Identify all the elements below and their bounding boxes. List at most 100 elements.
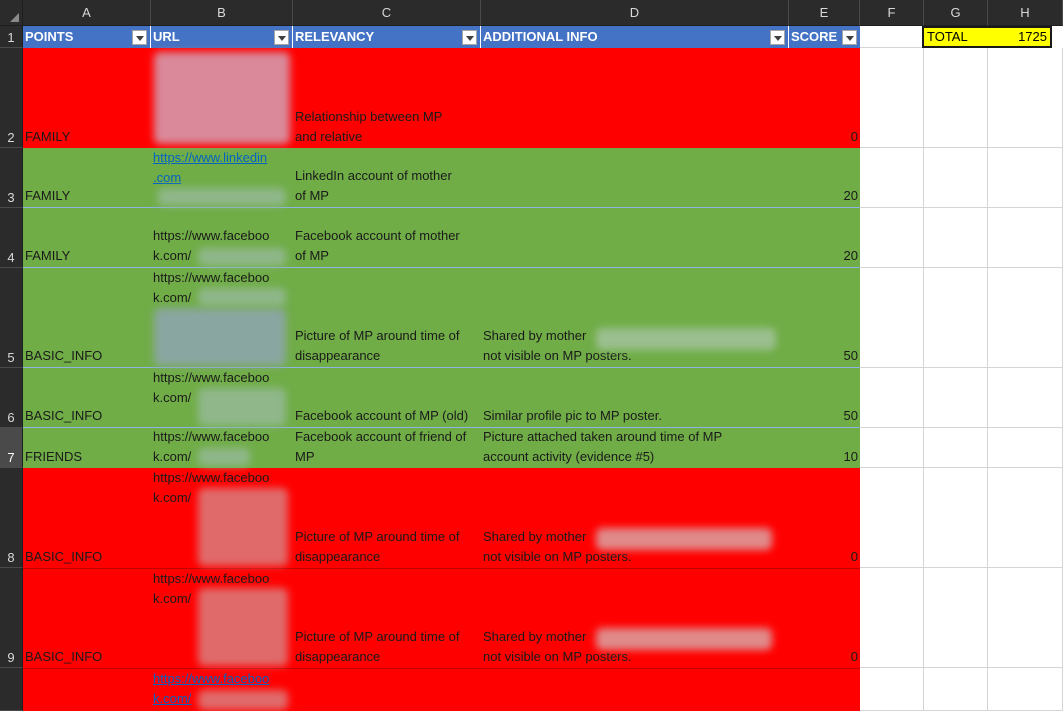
filter-dropdown-score[interactable]	[842, 30, 857, 45]
filter-dropdown-additional-info[interactable]	[770, 30, 785, 45]
cell-f6[interactable]	[860, 368, 924, 428]
column-header-f[interactable]: F	[860, 0, 924, 26]
cell-f1[interactable]	[860, 26, 924, 48]
cell-f10[interactable]	[860, 668, 924, 711]
cell-info-row9[interactable]: Shared by mother not visible on MP poste…	[481, 568, 789, 668]
cell-info-row8[interactable]: Shared by mother not visible on MP poste…	[481, 468, 789, 568]
cell-info-row7[interactable]: Picture attached taken around time of MP…	[481, 428, 789, 468]
column-header-b[interactable]: B	[151, 0, 293, 26]
redaction-blur	[154, 308, 286, 366]
select-all-corner[interactable]	[0, 0, 23, 26]
cell-f3[interactable]	[860, 148, 924, 208]
cell-f8[interactable]	[860, 468, 924, 568]
redaction-blur	[158, 188, 286, 206]
cell-info-row10[interactable]	[481, 668, 789, 711]
total-value: 1725	[1018, 29, 1047, 44]
cell-h3[interactable]	[988, 148, 1063, 208]
cell-h7[interactable]	[988, 428, 1063, 468]
row-header-8[interactable]: 8	[0, 468, 23, 568]
cell-score-row2[interactable]: 0	[789, 48, 860, 148]
column-header-a[interactable]: A	[23, 0, 151, 26]
cell-h5[interactable]	[988, 268, 1063, 368]
cell-points-row9[interactable]: BASIC_INFO	[23, 568, 151, 668]
cell-points-row8[interactable]: BASIC_INFO	[23, 468, 151, 568]
cell-h9[interactable]	[988, 568, 1063, 668]
cell-g5[interactable]	[924, 268, 988, 368]
cell-g6[interactable]	[924, 368, 988, 428]
filter-dropdown-points[interactable]	[132, 30, 147, 45]
cell-score-row8[interactable]: 0	[789, 468, 860, 568]
total-label: TOTAL	[927, 29, 968, 44]
row-header-9[interactable]: 9	[0, 568, 23, 668]
cell-score-row9[interactable]: 0	[789, 568, 860, 668]
cell-g3[interactable]	[924, 148, 988, 208]
cell-f5[interactable]	[860, 268, 924, 368]
cell-f7[interactable]	[860, 428, 924, 468]
cell-score-row3[interactable]: 20	[789, 148, 860, 208]
cell-points-row3[interactable]: FAMILY	[23, 148, 151, 208]
cell-f4[interactable]	[860, 208, 924, 268]
header-points[interactable]: POINTS	[23, 26, 151, 48]
cell-h6[interactable]	[988, 368, 1063, 428]
cell-score-row6[interactable]: 50	[789, 368, 860, 428]
column-header-h[interactable]: H	[988, 0, 1063, 26]
cell-points-row2[interactable]: FAMILY	[23, 48, 151, 148]
cell-relevancy-row3[interactable]: LinkedIn account of mother of MP	[293, 148, 481, 208]
cell-points-row10[interactable]	[23, 668, 151, 711]
url-link[interactable]: https://www.linkedin .com	[153, 148, 267, 188]
cell-info-row2[interactable]	[481, 48, 789, 148]
header-relevancy[interactable]: RELEVANCY	[293, 26, 481, 48]
cell-score-row4[interactable]: 20	[789, 208, 860, 268]
row-header-5[interactable]: 5	[0, 268, 23, 368]
cell-relevancy-row8[interactable]: Picture of MP around time of disappearan…	[293, 468, 481, 568]
row-header-4[interactable]: 4	[0, 208, 23, 268]
cell-relevancy-row10[interactable]	[293, 668, 481, 711]
row-header-2[interactable]: 2	[0, 48, 23, 148]
row-header-7[interactable]: 7	[0, 428, 23, 468]
cell-relevancy-row2[interactable]: Relationship between MP and relative	[293, 48, 481, 148]
column-header-g[interactable]: G	[924, 0, 988, 26]
cell-h10[interactable]	[988, 668, 1063, 711]
cell-score-row10[interactable]	[789, 668, 860, 711]
cell-relevancy-row7[interactable]: Facebook account of friend of MP	[293, 428, 481, 468]
cell-g10[interactable]	[924, 668, 988, 711]
cell-points-row4[interactable]: FAMILY	[23, 208, 151, 268]
cell-g8[interactable]	[924, 468, 988, 568]
row-header-3[interactable]: 3	[0, 148, 23, 208]
cell-relevancy-row5[interactable]: Picture of MP around time of disappearan…	[293, 268, 481, 368]
cell-g2[interactable]	[924, 48, 988, 148]
cell-info-row3[interactable]	[481, 148, 789, 208]
redaction-blur	[154, 52, 290, 144]
cell-info-row4[interactable]	[481, 208, 789, 268]
header-url[interactable]: URL	[151, 26, 293, 48]
cell-g9[interactable]	[924, 568, 988, 668]
cell-points-row7[interactable]: FRIENDS	[23, 428, 151, 468]
column-header-c[interactable]: C	[293, 0, 481, 26]
cell-info-row5[interactable]: Shared by mother not visible on MP poste…	[481, 268, 789, 368]
cell-relevancy-row9[interactable]: Picture of MP around time of disappearan…	[293, 568, 481, 668]
header-additional-info[interactable]: ADDITIONAL INFO	[481, 26, 789, 48]
cell-score-row5[interactable]: 50	[789, 268, 860, 368]
header-score[interactable]: SCORE	[789, 26, 860, 48]
cell-f2[interactable]	[860, 48, 924, 148]
cell-info-row6[interactable]: Similar profile pic to MP poster.	[481, 368, 789, 428]
row-header-10[interactable]	[0, 668, 23, 711]
filter-dropdown-relevancy[interactable]	[462, 30, 477, 45]
filter-dropdown-url[interactable]	[274, 30, 289, 45]
cell-f9[interactable]	[860, 568, 924, 668]
cell-score-row7[interactable]: 10	[789, 428, 860, 468]
row-header-6[interactable]: 6	[0, 368, 23, 428]
cell-h4[interactable]	[988, 208, 1063, 268]
cell-points-row6[interactable]: BASIC_INFO	[23, 368, 151, 428]
cell-relevancy-row4[interactable]: Facebook account of mother of MP	[293, 208, 481, 268]
total-cell[interactable]: TOTAL 1725	[922, 26, 1052, 48]
column-header-d[interactable]: D	[481, 0, 789, 26]
row-header-1[interactable]: 1	[0, 26, 23, 48]
cell-h2[interactable]	[988, 48, 1063, 148]
cell-h8[interactable]	[988, 468, 1063, 568]
cell-g4[interactable]	[924, 208, 988, 268]
cell-g7[interactable]	[924, 428, 988, 468]
cell-relevancy-row6[interactable]: Facebook account of MP (old)	[293, 368, 481, 428]
cell-points-row5[interactable]: BASIC_INFO	[23, 268, 151, 368]
column-header-e[interactable]: E	[789, 0, 860, 26]
